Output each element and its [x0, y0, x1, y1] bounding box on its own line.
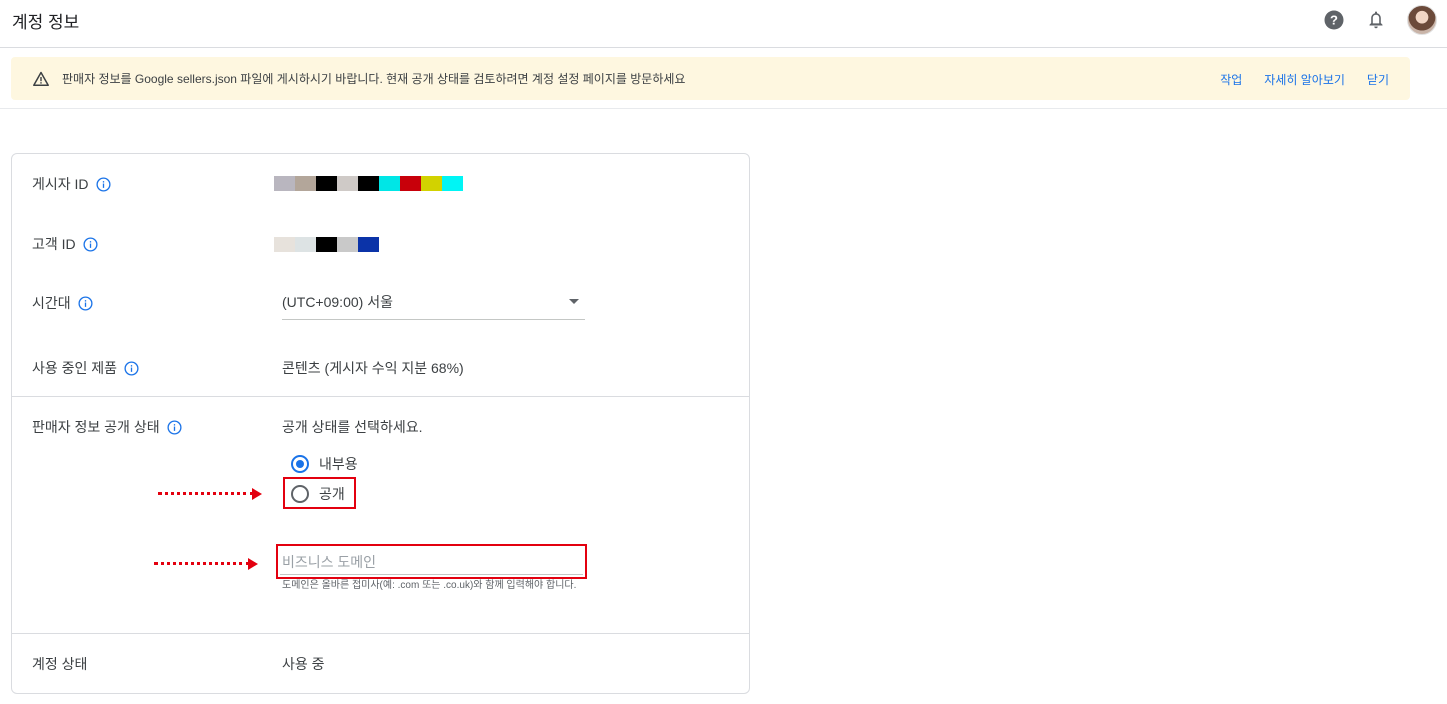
redaction-block — [358, 237, 379, 252]
timezone-value: (UTC+09:00) 서울 — [282, 294, 393, 310]
products-label: 사용 중인 제품 — [32, 360, 118, 376]
header-divider — [0, 108, 1447, 109]
domain-helper-text: 도메인은 올바른 접미사(예: .com 또는 .co.uk)와 함께 입력해야… — [282, 580, 577, 591]
info-icon[interactable] — [78, 295, 93, 311]
redaction-block — [358, 176, 379, 191]
top-actions: ? — [1323, 4, 1447, 36]
radio-internal[interactable] — [291, 455, 309, 473]
page-title: 계정 정보 — [12, 13, 80, 32]
timezone-row: 시간대 — [32, 293, 93, 313]
redaction-block — [274, 176, 295, 191]
annotation-arrow-head — [252, 488, 262, 500]
redaction-block — [400, 176, 421, 191]
section-divider — [12, 396, 749, 397]
products-value: 콘텐츠 (게시자 수익 지분 68%) — [282, 360, 464, 376]
account-info-card: 게시자 ID 고객 ID 시간대 (UTC+09:00) 서울 사용 중인 제품… — [11, 153, 750, 694]
notifications-bell-icon[interactable] — [1365, 9, 1387, 31]
banner-message: 판매자 정보를 Google sellers.json 파일에 게시하시기 바랍… — [62, 72, 686, 86]
seller-visibility-label: 판매자 정보 공개 상태 — [32, 419, 160, 435]
annotation-arrow-head — [248, 558, 258, 570]
sellers-json-banner: 판매자 정보를 Google sellers.json 파일에 게시하시기 바랍… — [11, 57, 1410, 100]
customer-id-label: 고객 ID — [32, 236, 76, 252]
redaction-block — [379, 176, 400, 191]
annotation-highlight-box — [276, 544, 587, 579]
info-icon[interactable] — [95, 176, 111, 192]
dismiss-button[interactable]: 닫기 — [1367, 71, 1389, 88]
redaction-block — [337, 176, 358, 191]
info-icon[interactable] — [83, 236, 98, 252]
annotation-arrow-line — [158, 492, 254, 495]
help-icon[interactable]: ? — [1323, 9, 1345, 31]
account-status-label: 계정 상태 — [32, 656, 88, 672]
banner-action-button[interactable]: 작업 — [1220, 71, 1242, 88]
redaction-block — [421, 176, 442, 191]
products-row: 사용 중인 제품 — [32, 358, 139, 378]
warning-icon — [33, 71, 49, 87]
seller-visibility-prompt: 공개 상태를 선택하세요. — [282, 419, 423, 435]
account-status-row: 계정 상태 — [32, 654, 87, 674]
radio-internal-option[interactable]: 내부용 — [291, 454, 358, 474]
customer-id-row: 고객 ID — [32, 234, 98, 254]
section-divider — [12, 633, 749, 634]
account-status-value: 사용 중 — [282, 656, 325, 672]
top-bar: 계정 정보 ? — [0, 0, 1447, 48]
customer-id-value-redacted — [274, 237, 379, 252]
info-icon[interactable] — [167, 419, 182, 435]
redaction-block — [337, 237, 358, 252]
learn-more-link[interactable]: 자세히 알아보기 — [1264, 71, 1345, 88]
svg-text:?: ? — [1330, 13, 1338, 28]
redaction-block — [442, 176, 463, 191]
dropdown-caret-icon — [569, 299, 579, 304]
publisher-id-label: 게시자 ID — [32, 176, 89, 192]
timezone-label: 시간대 — [32, 295, 71, 311]
redaction-block — [316, 176, 337, 191]
timezone-select[interactable]: (UTC+09:00) 서울 — [282, 290, 585, 320]
publisher-id-value-redacted — [274, 176, 463, 191]
annotation-highlight-box — [283, 477, 356, 509]
annotation-arrow-line — [154, 562, 250, 565]
user-avatar[interactable] — [1407, 5, 1437, 35]
banner-actions: 작업 자세히 알아보기 닫기 — [1198, 71, 1389, 88]
redaction-block — [274, 237, 295, 252]
redaction-block — [295, 176, 316, 191]
seller-visibility-row: 판매자 정보 공개 상태 — [32, 417, 182, 437]
radio-internal-label: 내부용 — [319, 456, 358, 472]
publisher-id-row: 게시자 ID — [32, 174, 111, 194]
redaction-block — [295, 237, 316, 252]
redaction-block — [316, 237, 337, 252]
info-icon[interactable] — [124, 360, 139, 376]
